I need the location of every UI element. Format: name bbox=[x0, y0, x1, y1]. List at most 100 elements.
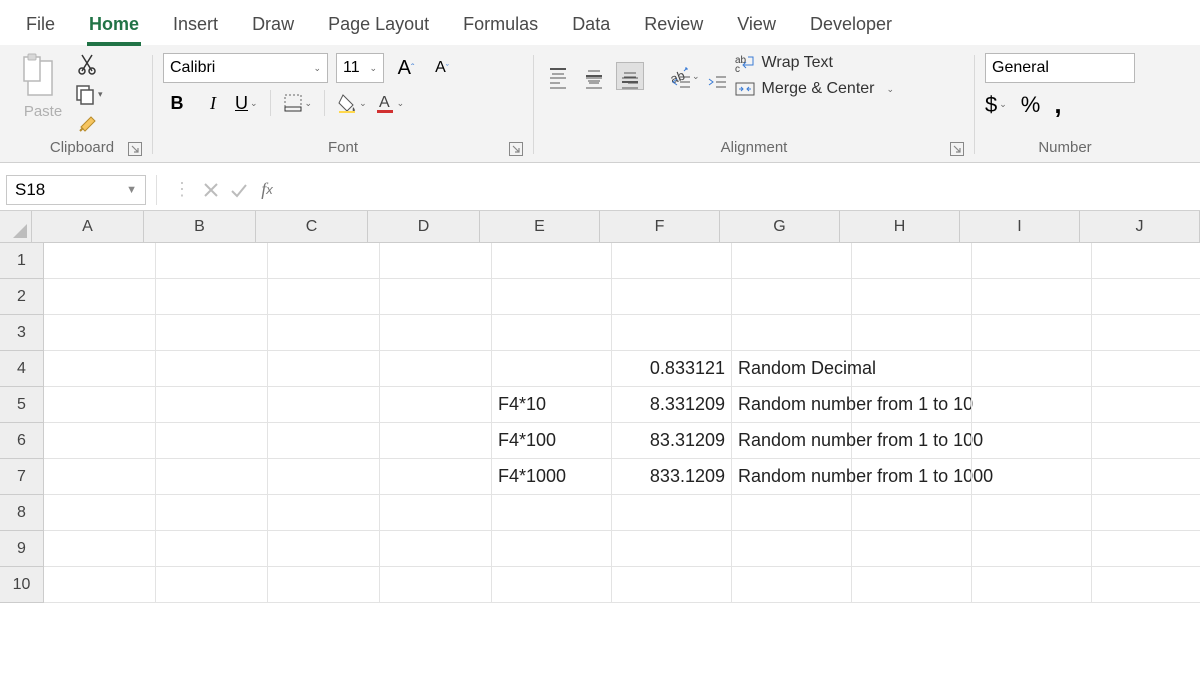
row-header[interactable]: 2 bbox=[0, 279, 44, 315]
cell[interactable] bbox=[972, 315, 1092, 351]
cell[interactable] bbox=[44, 567, 156, 603]
cell[interactable] bbox=[1092, 531, 1200, 567]
borders-button[interactable]: ⌄ bbox=[283, 93, 313, 113]
cell[interactable] bbox=[380, 495, 492, 531]
cell[interactable] bbox=[972, 351, 1092, 387]
increase-font-icon[interactable]: Aˆ bbox=[392, 54, 420, 82]
cell[interactable] bbox=[852, 243, 972, 279]
cell[interactable] bbox=[268, 459, 380, 495]
tab-view[interactable]: View bbox=[735, 8, 778, 45]
cell[interactable] bbox=[44, 243, 156, 279]
cell[interactable] bbox=[44, 315, 156, 351]
align-right-icon[interactable] bbox=[616, 69, 644, 97]
row-header[interactable]: 1 bbox=[0, 243, 44, 279]
cell[interactable] bbox=[972, 279, 1092, 315]
cell[interactable] bbox=[156, 387, 268, 423]
cell[interactable] bbox=[380, 279, 492, 315]
cell[interactable] bbox=[612, 495, 732, 531]
comma-style-button[interactable]: , bbox=[1054, 89, 1061, 120]
cell[interactable] bbox=[492, 495, 612, 531]
cell[interactable]: 83.31209 bbox=[612, 423, 732, 459]
cell[interactable] bbox=[492, 531, 612, 567]
column-header[interactable]: D bbox=[368, 211, 480, 243]
tab-formulas[interactable]: Formulas bbox=[461, 8, 540, 45]
cell[interactable] bbox=[852, 351, 972, 387]
cell[interactable] bbox=[156, 495, 268, 531]
cell[interactable] bbox=[972, 243, 1092, 279]
row-header[interactable]: 5 bbox=[0, 387, 44, 423]
cell[interactable] bbox=[44, 531, 156, 567]
cell[interactable] bbox=[380, 423, 492, 459]
cell[interactable] bbox=[612, 567, 732, 603]
cell[interactable] bbox=[612, 279, 732, 315]
dialog-launcher-icon[interactable] bbox=[509, 142, 523, 156]
row-header[interactable]: 3 bbox=[0, 315, 44, 351]
column-header[interactable]: F bbox=[600, 211, 720, 243]
cell[interactable]: Random number from 1 to 1000 bbox=[732, 459, 852, 495]
cell[interactable]: Random number from 1 to 10 bbox=[732, 387, 852, 423]
formula-input[interactable] bbox=[281, 175, 1200, 205]
cell[interactable] bbox=[268, 279, 380, 315]
cell[interactable] bbox=[268, 531, 380, 567]
cell[interactable] bbox=[268, 423, 380, 459]
align-center-icon[interactable] bbox=[580, 69, 608, 97]
cell[interactable] bbox=[156, 315, 268, 351]
column-header[interactable]: H bbox=[840, 211, 960, 243]
cell[interactable] bbox=[156, 423, 268, 459]
column-header[interactable]: A bbox=[32, 211, 144, 243]
column-header[interactable]: B bbox=[144, 211, 256, 243]
cell[interactable] bbox=[44, 351, 156, 387]
tab-review[interactable]: Review bbox=[642, 8, 705, 45]
cell[interactable] bbox=[732, 495, 852, 531]
cell[interactable] bbox=[44, 279, 156, 315]
fill-color-button[interactable]: ⌄ bbox=[337, 93, 367, 113]
cell[interactable] bbox=[1092, 315, 1200, 351]
cell[interactable]: 833.1209 bbox=[612, 459, 732, 495]
cell[interactable] bbox=[268, 495, 380, 531]
cell[interactable] bbox=[44, 387, 156, 423]
percent-button[interactable]: % bbox=[1021, 92, 1041, 118]
tab-data[interactable]: Data bbox=[570, 8, 612, 45]
cell[interactable] bbox=[380, 459, 492, 495]
fx-icon[interactable]: fx bbox=[253, 176, 281, 204]
cell[interactable] bbox=[156, 243, 268, 279]
row-header[interactable]: 4 bbox=[0, 351, 44, 387]
cell[interactable] bbox=[852, 459, 972, 495]
font-name-select[interactable]: Calibri⌄ bbox=[163, 53, 328, 83]
tab-page-layout[interactable]: Page Layout bbox=[326, 8, 431, 45]
paste-button[interactable]: Paste bbox=[22, 53, 64, 120]
name-box[interactable]: S18 ▼ bbox=[6, 175, 146, 205]
cell[interactable] bbox=[972, 459, 1092, 495]
cell[interactable] bbox=[732, 567, 852, 603]
cell[interactable] bbox=[852, 567, 972, 603]
cell[interactable] bbox=[1092, 279, 1200, 315]
cell[interactable] bbox=[612, 243, 732, 279]
cell[interactable] bbox=[492, 567, 612, 603]
cell[interactable] bbox=[972, 423, 1092, 459]
cell[interactable] bbox=[852, 495, 972, 531]
row-header[interactable]: 9 bbox=[0, 531, 44, 567]
italic-button[interactable]: I bbox=[199, 89, 227, 117]
copy-icon[interactable]: ▾ bbox=[74, 83, 103, 105]
cell[interactable] bbox=[732, 279, 852, 315]
cell[interactable] bbox=[268, 315, 380, 351]
cell[interactable] bbox=[852, 387, 972, 423]
decrease-indent-icon[interactable] bbox=[668, 69, 696, 97]
dialog-launcher-icon[interactable] bbox=[950, 142, 964, 156]
align-left-icon[interactable] bbox=[544, 69, 572, 97]
cell[interactable] bbox=[156, 351, 268, 387]
cell[interactable] bbox=[1092, 495, 1200, 531]
cell[interactable]: Random number from 1 to 100 bbox=[732, 423, 852, 459]
cell[interactable] bbox=[972, 531, 1092, 567]
row-header[interactable]: 6 bbox=[0, 423, 44, 459]
cell[interactable] bbox=[156, 567, 268, 603]
cell[interactable] bbox=[492, 243, 612, 279]
cell[interactable] bbox=[268, 387, 380, 423]
format-painter-icon[interactable] bbox=[77, 113, 99, 135]
cut-icon[interactable] bbox=[78, 53, 98, 75]
column-header[interactable]: C bbox=[256, 211, 368, 243]
cell[interactable] bbox=[156, 531, 268, 567]
enter-formula-icon[interactable] bbox=[225, 176, 253, 204]
font-size-select[interactable]: 11⌄ bbox=[336, 53, 384, 83]
cell[interactable] bbox=[852, 279, 972, 315]
